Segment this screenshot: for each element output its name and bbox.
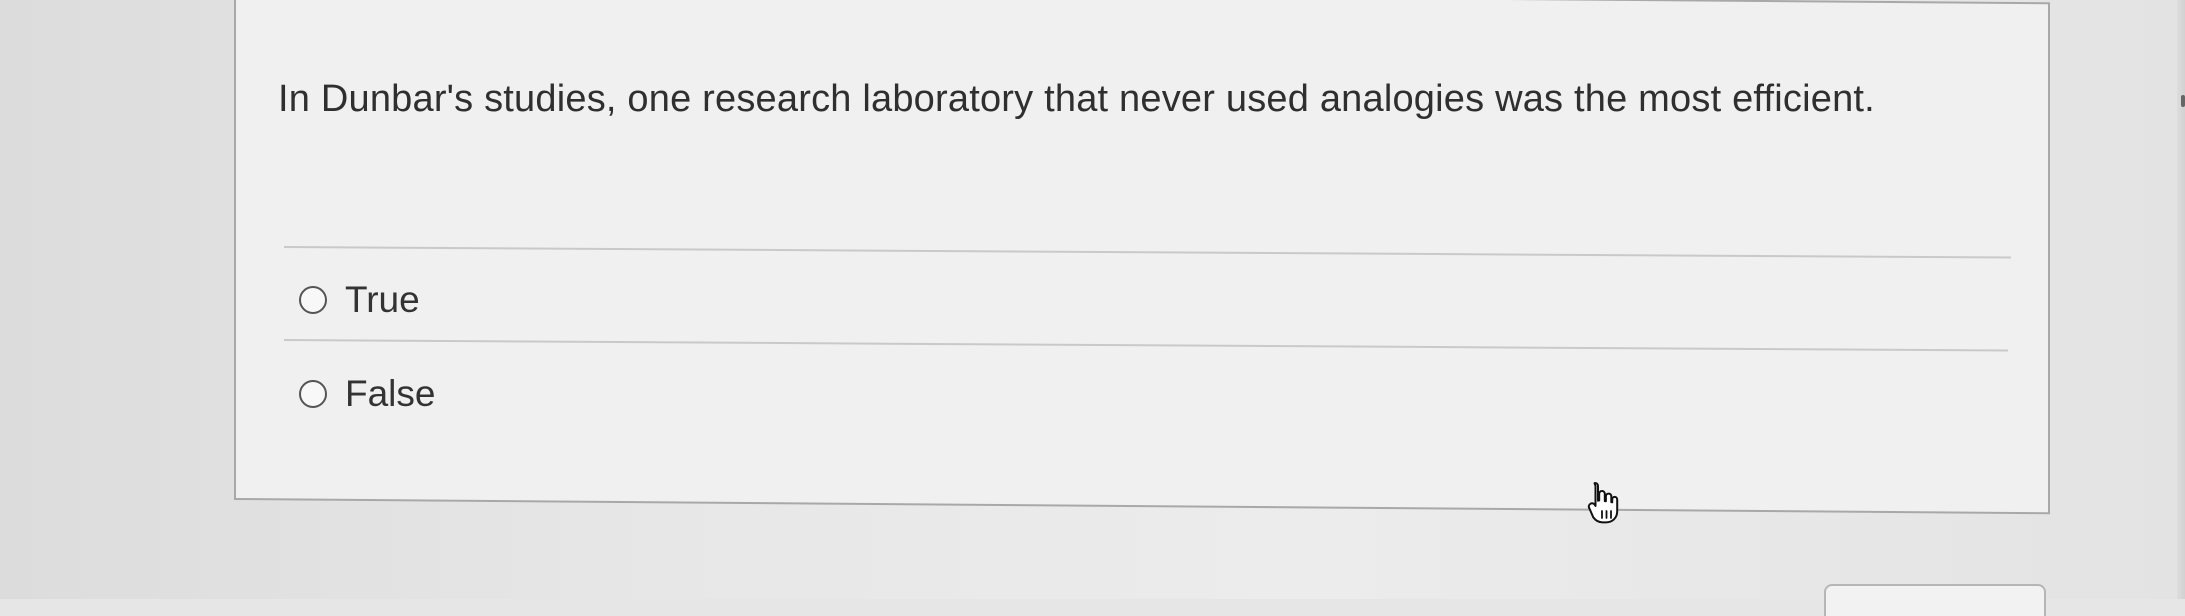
answer-option-label: True [345, 279, 420, 320]
answer-option-false[interactable]: False [299, 373, 435, 415]
right-edge-panel [2177, 0, 2185, 599]
question-text: In Dunbar's studies, one research labora… [278, 78, 1875, 120]
pointer-hand-icon [1587, 482, 1619, 524]
answer-option-true[interactable]: True [299, 279, 420, 321]
radio-button-icon[interactable] [299, 380, 327, 408]
radio-button-icon[interactable] [299, 286, 327, 314]
scroll-indicator[interactable] [2181, 95, 2185, 107]
bottom-action-button[interactable] [1824, 584, 2046, 616]
answer-option-label: False [345, 373, 436, 414]
